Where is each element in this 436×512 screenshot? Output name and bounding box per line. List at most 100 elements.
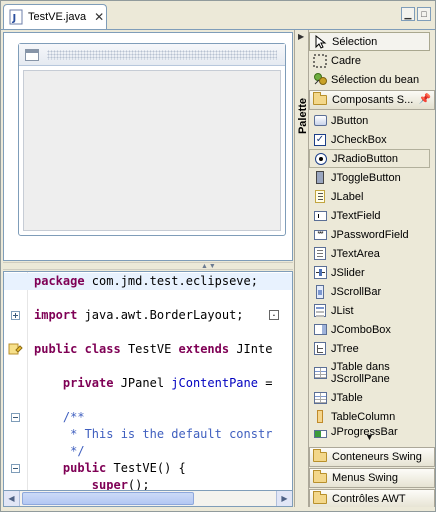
code-line[interactable]: /** [4, 409, 292, 426]
editor-splitter[interactable]: ▲▼ [3, 262, 293, 270]
code-line[interactable]: */ [4, 443, 292, 460]
palette-item-jradiobutton[interactable]: JRadioButton [309, 149, 430, 168]
maximize-button[interactable]: □ [417, 7, 431, 21]
palette-drawer-swing-menus[interactable]: Menus Swing [309, 468, 435, 488]
svg-text:J: J [12, 13, 17, 24]
scrollbar-thumb[interactable] [22, 492, 194, 505]
jcheckbox-icon: ✓ [314, 133, 326, 146]
palette-item-label: JScrollBar [331, 285, 382, 298]
code-line[interactable]: super(); [4, 477, 292, 490]
code-line[interactable]: public TestVE() { [4, 460, 292, 477]
code-token: java.awt.BorderLayout; [77, 308, 244, 322]
editor-tab-testve[interactable]: J TestVE.java ✕ [3, 4, 107, 29]
palette-item-jtable-scrollpane[interactable]: JTable dans JScrollPane [309, 358, 430, 388]
palette-item-jpasswordfield[interactable]: *** JPasswordField [309, 225, 430, 244]
code-line[interactable]: public class TestVE extends JInte [4, 341, 292, 358]
field-token: jContentPane [171, 376, 258, 390]
jscrollbar-icon [312, 284, 328, 300]
folder-open-icon [313, 92, 327, 105]
palette-item-jscrollbar[interactable]: JScrollBar [309, 282, 430, 301]
code-token: JInte [229, 342, 273, 356]
palette-tool-selection[interactable]: Sélection [309, 32, 430, 51]
keyword-token: public [34, 342, 78, 356]
code-line-text: import java.awt.BorderLayout; [34, 307, 244, 324]
palette-drawer-swing-components[interactable]: Composants S... 📌 [309, 90, 435, 110]
frame-icon [25, 48, 39, 61]
jlist-icon [312, 303, 328, 319]
jinternalframe-preview[interactable] [18, 43, 286, 236]
palette-item-jlabel[interactable]: JLabel [309, 187, 430, 206]
keyword-token: private [62, 376, 114, 390]
palette-item-jbutton[interactable]: JButton [309, 111, 430, 130]
palette-collapse-icon[interactable]: ▶ [298, 32, 304, 41]
jinternalframe-titlebar[interactable] [19, 44, 285, 66]
code-line[interactable]: package com.jmd.test.eclipseve; [4, 273, 292, 290]
palette-item-label: JTextField [331, 209, 381, 222]
palette-item-jcombobox[interactable]: JComboBox [309, 320, 430, 339]
palette-item-label: JRadioButton [332, 152, 399, 165]
tablecolumn-icon [312, 409, 328, 425]
palette-item-label: JButton [331, 114, 369, 127]
comment-token: /** [34, 410, 85, 424]
palette-item-label: JTable dans JScrollPane [331, 361, 390, 385]
code-token: = [257, 376, 273, 390]
drawer-label: Composants S... [332, 94, 414, 106]
palette-tool-bean-selection[interactable]: Sélection du bean [309, 70, 430, 89]
splitter-arrows-icon[interactable]: ▲▼ [201, 263, 217, 270]
palette-item-jslider[interactable]: JSlider [309, 263, 430, 282]
jbutton-icon [312, 113, 328, 129]
palette-tool-marquee[interactable]: Cadre [309, 51, 430, 70]
palette-item-tablecolumn[interactable]: TableColumn [309, 407, 430, 426]
palette-item-label: JList [331, 304, 354, 317]
comment-token: */ [34, 444, 85, 458]
palette-item-label: JTextArea [331, 247, 380, 260]
scroll-left-button[interactable]: ◀ [4, 491, 20, 506]
code-line[interactable]: private JPanel jContentPane = [4, 375, 292, 392]
palette-item-jtree[interactable]: JTree [309, 339, 430, 358]
palette-tool-label: Cadre [331, 54, 361, 67]
editor-horizontal-scrollbar[interactable]: ◀ ▶ [3, 490, 293, 507]
jtable-scrollpane-icon [312, 365, 328, 381]
scroll-down-arrow-icon[interactable]: ▼ [365, 432, 374, 442]
comment-token: * This is the default constr [34, 427, 273, 441]
palette-item-jcheckbox[interactable]: ✓ JCheckBox [309, 130, 430, 149]
code-line[interactable]: * This is the default constr [4, 426, 292, 443]
code-line-text: super(); [34, 477, 150, 490]
java-file-icon: J [8, 9, 24, 25]
code-token: (); [127, 478, 150, 490]
jcontentpane-preview[interactable] [23, 70, 281, 231]
close-icon[interactable]: ✕ [94, 11, 104, 23]
code-line-text: package com.jmd.test.eclipseve; [34, 273, 258, 290]
palette-item-label: JLabel [331, 190, 364, 203]
pin-icon[interactable]: 📌 [419, 94, 431, 105]
palette-item-jlist[interactable]: JList [309, 301, 430, 320]
visual-design-canvas[interactable] [3, 32, 293, 261]
bean-icon [312, 72, 328, 88]
marquee-icon [312, 53, 328, 69]
minimize-button[interactable]: ▁ [401, 7, 415, 21]
palette-item-jtable[interactable]: JTable [309, 388, 430, 407]
palette-item-label: JCheckBox [331, 133, 387, 146]
palette-panel: Sélection Cadre Sélection du bean Compos… [308, 30, 435, 507]
scroll-right-button[interactable]: ▶ [276, 491, 292, 506]
palette-drawer-awt-controls[interactable]: Contrôles AWT [309, 489, 435, 507]
keyword-token: super [91, 478, 128, 490]
visual-editor-window: J TestVE.java ✕ ▁ □ ▲▼ package com.jmd.t… [0, 0, 436, 512]
code-token: TestVE() { [106, 461, 186, 475]
code-line-text: public TestVE() { [34, 460, 186, 477]
palette-toggle-bar[interactable]: ▶ Palette [294, 30, 309, 507]
palette-item-jtogglebutton[interactable]: JToggleButton [309, 168, 430, 187]
code-token: TestVE [120, 342, 179, 356]
palette-item-jtextfield[interactable]: JTextField [309, 206, 430, 225]
folded-imports-icon[interactable] [269, 310, 279, 320]
source-editor[interactable]: package com.jmd.test.eclipseve; import j… [3, 271, 293, 490]
code-line[interactable]: import java.awt.BorderLayout; [4, 307, 292, 324]
palette-item-label: JPasswordField [331, 228, 409, 241]
palette-item-jtextarea[interactable]: JTextArea [309, 244, 430, 263]
keyword-token: class [84, 342, 121, 356]
jprogressbar-icon [312, 426, 328, 439]
jtextfield-icon [312, 208, 328, 224]
palette-drawer-swing-containers[interactable]: Conteneurs Swing [309, 447, 435, 467]
